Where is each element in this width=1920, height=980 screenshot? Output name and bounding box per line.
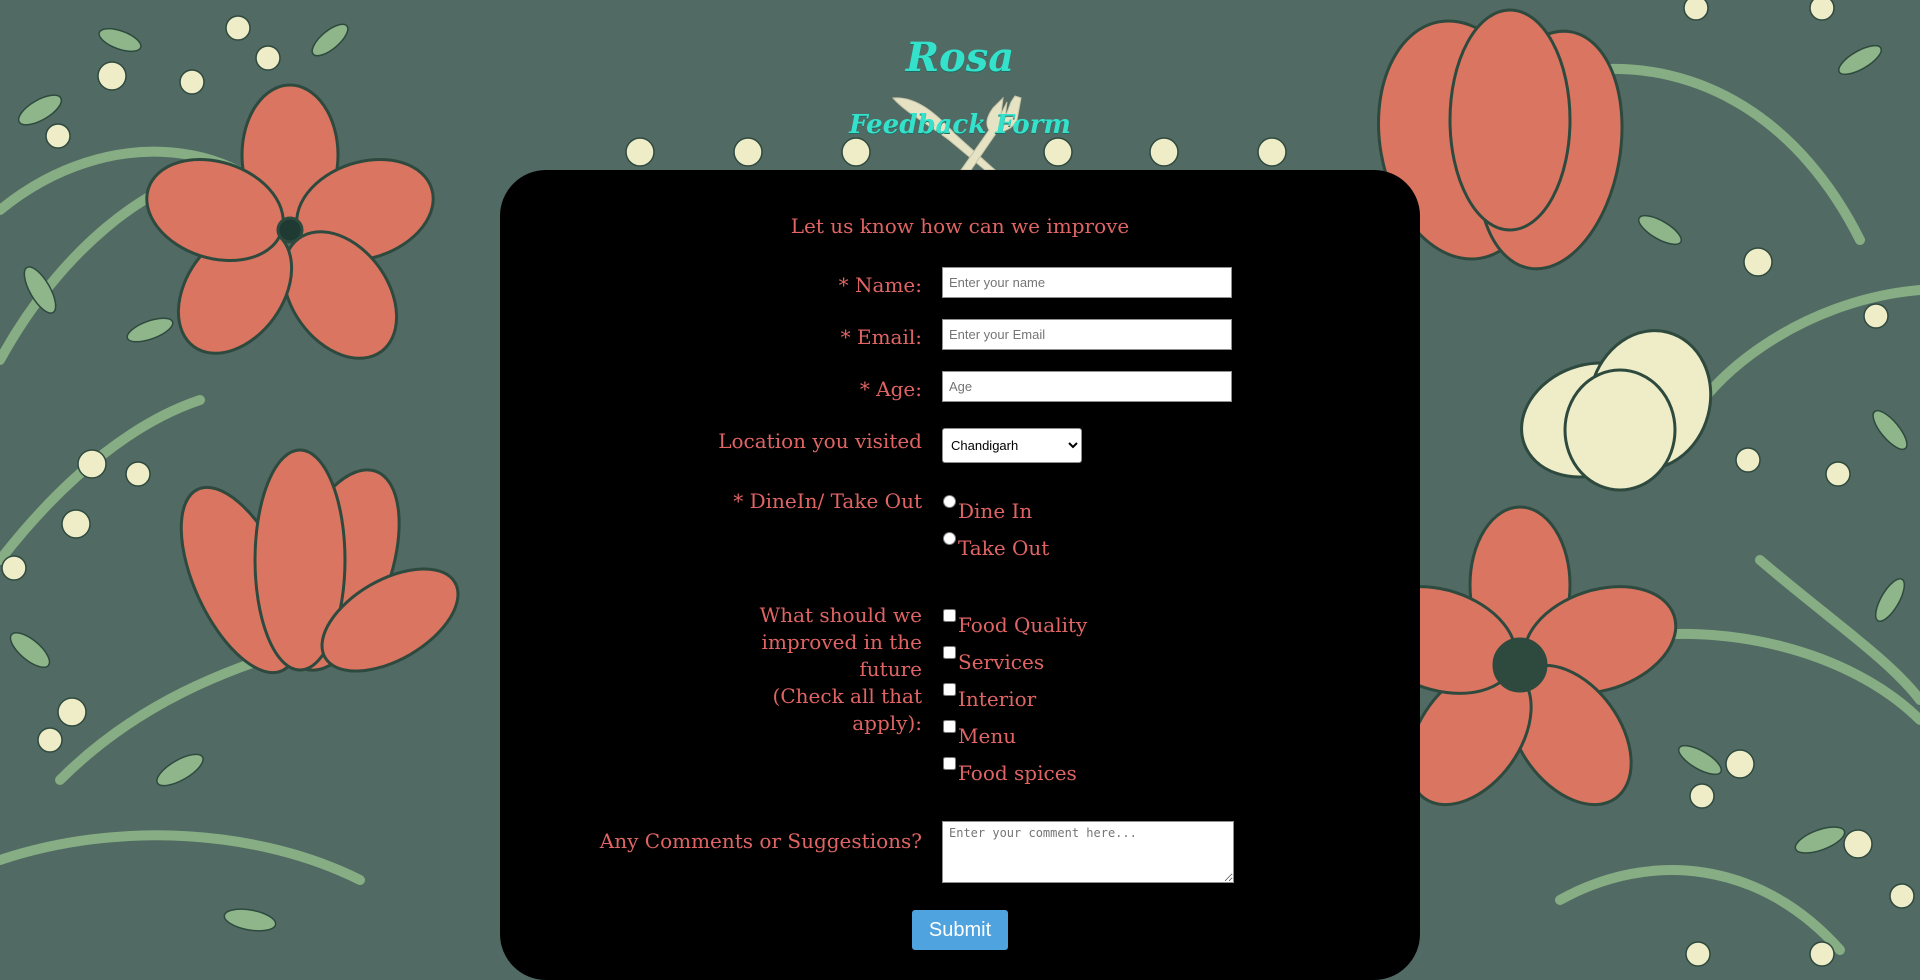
feedback-form-card: Let us know how can we improve * Name: *… xyxy=(500,170,1420,980)
improve-label-line: What should we xyxy=(759,603,922,627)
food-quality-label: Food Quality xyxy=(958,613,1088,637)
improve-label-line: apply): xyxy=(852,711,922,735)
submit-button[interactable]: Submit xyxy=(912,910,1008,950)
services-checkbox[interactable] xyxy=(943,646,956,659)
email-label: * Email: xyxy=(840,325,922,349)
menu-label: Menu xyxy=(958,724,1017,748)
food-quality-option[interactable]: Food Quality xyxy=(943,607,1087,637)
improve-label: What should we improved in the future (C… xyxy=(760,602,922,737)
name-label: * Name: xyxy=(838,273,922,297)
comments-textarea[interactable] xyxy=(942,821,1234,883)
brand-name: Rosa xyxy=(905,34,1015,81)
improve-label-line: (Check all that xyxy=(772,684,922,708)
food-spices-option[interactable]: Food spices xyxy=(943,755,1077,785)
dine-in-radio[interactable] xyxy=(943,495,956,508)
dine-in-label: Dine In xyxy=(958,499,1033,523)
take-out-option[interactable]: Take Out xyxy=(943,530,1049,560)
services-option[interactable]: Services xyxy=(943,644,1044,674)
food-spices-checkbox[interactable] xyxy=(943,757,956,770)
take-out-label: Take Out xyxy=(958,536,1050,560)
page-subtitle: Feedback Form xyxy=(849,110,1071,140)
comments-label: Any Comments or Suggestions? xyxy=(599,829,922,853)
improve-label-line: improved in the xyxy=(761,630,922,654)
name-input[interactable] xyxy=(942,267,1232,298)
email-input[interactable] xyxy=(942,319,1232,350)
interior-checkbox[interactable] xyxy=(943,683,956,696)
food-spices-label: Food spices xyxy=(958,761,1077,785)
take-out-radio[interactable] xyxy=(943,532,956,545)
interior-label: Interior xyxy=(958,687,1037,711)
dine-label: * DineIn/ Take Out xyxy=(733,489,922,513)
improve-label-line: future xyxy=(859,657,922,681)
age-input[interactable] xyxy=(942,371,1232,402)
food-quality-checkbox[interactable] xyxy=(943,609,956,622)
form-intro: Let us know how can we improve xyxy=(790,214,1130,238)
menu-checkbox[interactable] xyxy=(943,720,956,733)
services-label: Services xyxy=(958,650,1045,674)
dine-in-option[interactable]: Dine In xyxy=(943,493,1032,523)
location-label: Location you visited xyxy=(718,429,922,453)
location-select[interactable]: Chandigarh xyxy=(942,428,1082,463)
menu-option[interactable]: Menu xyxy=(943,718,1016,748)
interior-option[interactable]: Interior xyxy=(943,681,1036,711)
age-label: * Age: xyxy=(859,377,922,401)
